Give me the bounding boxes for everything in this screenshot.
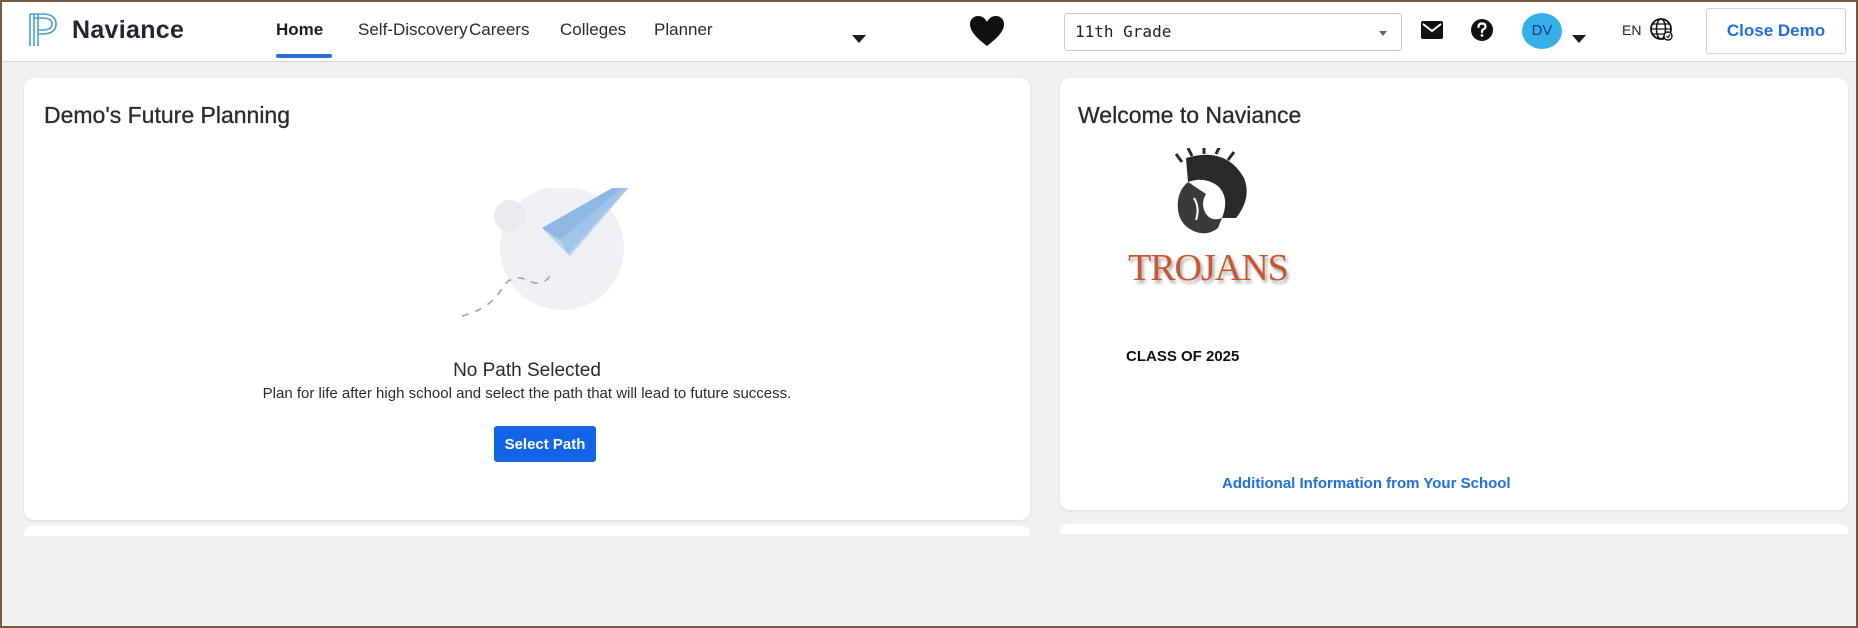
nav-planner[interactable]: Planner (654, 20, 713, 40)
language-code[interactable]: EN (1622, 22, 1641, 38)
user-avatar[interactable]: DV (1522, 13, 1562, 49)
select-path-button[interactable]: Select Path (494, 426, 596, 462)
class-year-text: CLASS OF 2025 (1126, 348, 1240, 365)
empty-state-description: Plan for life after high school and sele… (262, 385, 792, 402)
additional-info-link[interactable]: Additional Information from Your School (1222, 475, 1511, 492)
grade-select[interactable]: 11th Grade (1064, 13, 1402, 51)
welcome-title: Welcome to Naviance (1078, 102, 1302, 128)
mail-icon[interactable] (1420, 20, 1444, 40)
active-tab-indicator (276, 54, 332, 58)
school-logo-text: TROJANS (1128, 247, 1289, 289)
user-menu-chevron-down-icon[interactable] (1572, 35, 1586, 43)
welcome-card: Welcome to Naviance TROJANS CLASS OF 202… (1060, 78, 1848, 510)
globe-icon[interactable] (1648, 16, 1674, 42)
grade-chevron-down-icon (1379, 31, 1387, 36)
nav-colleges[interactable]: Colleges (560, 20, 626, 40)
close-demo-button[interactable]: Close Demo (1706, 8, 1846, 54)
top-nav-bar: Naviance Home Self-Discovery Careers Col… (0, 0, 1858, 62)
nav-careers[interactable]: Careers (469, 20, 529, 40)
empty-state-title: No Path Selected (453, 360, 601, 381)
nav-home[interactable]: Home (276, 20, 323, 40)
future-planning-card: Demo's Future Planning No Path Selected … (24, 78, 1030, 520)
naviance-logo-icon (29, 13, 57, 46)
future-planning-title: Demo's Future Planning (44, 102, 291, 128)
favorites-chevron-down-icon[interactable] (852, 35, 866, 43)
naviance-logo[interactable]: Naviance (24, 10, 184, 50)
nav-self-discovery[interactable]: Self-Discovery (358, 20, 468, 40)
heart-icon[interactable] (968, 14, 1006, 48)
help-icon[interactable] (1470, 18, 1494, 42)
next-card-edge-left (24, 526, 1030, 536)
paper-plane-illustration (461, 188, 629, 317)
brand-name: Naviance (72, 15, 185, 44)
grade-select-value: 11th Grade (1075, 22, 1172, 41)
next-card-edge-right (1060, 524, 1848, 534)
